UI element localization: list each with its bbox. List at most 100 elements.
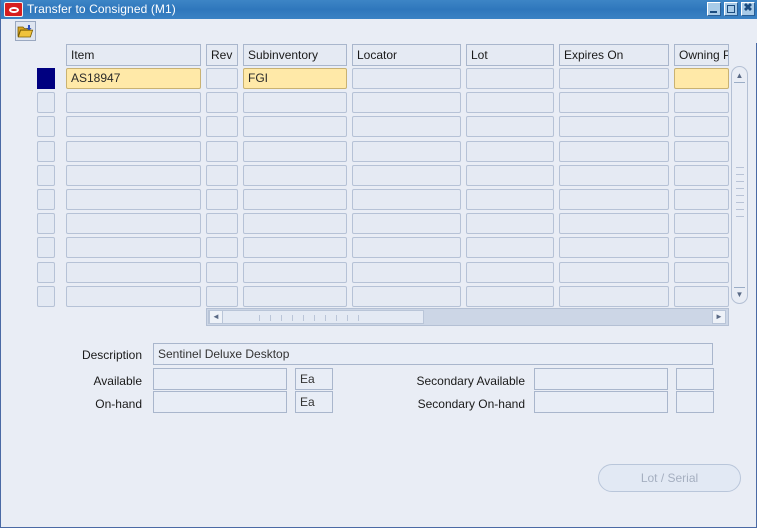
cell-item[interactable] <box>66 189 201 210</box>
column-header-expires-on[interactable]: Expires On <box>559 44 669 66</box>
row-selector[interactable] <box>37 116 55 138</box>
cell-expires-on[interactable] <box>559 237 669 259</box>
cell-subinventory[interactable] <box>243 116 347 138</box>
cell-rev[interactable] <box>206 237 238 259</box>
row-selector[interactable] <box>37 189 55 210</box>
grid-horizontal-scrollbar[interactable]: ◄ ► <box>206 308 729 326</box>
cell-lot[interactable] <box>466 213 554 235</box>
cell-expires-on[interactable] <box>559 140 669 162</box>
cell-owning-p[interactable] <box>674 68 729 89</box>
cell-lot[interactable] <box>466 116 554 138</box>
lot-serial-button[interactable]: Lot / Serial <box>598 464 741 492</box>
maximize-button[interactable] <box>724 2 738 16</box>
cell-lot[interactable] <box>466 285 554 307</box>
row-selector[interactable] <box>37 237 55 259</box>
cell-item[interactable] <box>66 213 201 235</box>
table-row[interactable] <box>37 114 729 139</box>
row-selector[interactable] <box>37 285 55 307</box>
cell-locator[interactable] <box>352 285 461 307</box>
column-header-subinventory[interactable]: Subinventory <box>243 44 347 66</box>
cell-item[interactable] <box>66 116 201 138</box>
cell-locator[interactable] <box>352 116 461 138</box>
row-selector[interactable] <box>37 92 55 114</box>
cell-expires-on[interactable] <box>559 189 669 210</box>
table-row[interactable] <box>37 235 729 260</box>
cell-locator[interactable] <box>352 213 461 235</box>
table-row[interactable] <box>37 187 729 212</box>
column-header-lot[interactable]: Lot <box>466 44 554 66</box>
cell-expires-on[interactable] <box>559 164 669 186</box>
table-row[interactable] <box>37 90 729 115</box>
scroll-left-icon[interactable]: ◄ <box>209 310 223 324</box>
cell-subinventory[interactable] <box>243 92 347 114</box>
cell-lot[interactable] <box>466 261 554 283</box>
table-row[interactable] <box>37 139 729 164</box>
cell-rev[interactable] <box>206 285 238 307</box>
cell-subinventory[interactable] <box>243 164 347 186</box>
cell-rev[interactable] <box>206 116 238 138</box>
column-header-locator[interactable]: Locator <box>352 44 461 66</box>
cell-item[interactable] <box>66 285 201 307</box>
cell-rev[interactable] <box>206 213 238 235</box>
open-folder-button[interactable] <box>15 21 36 41</box>
cell-owning-p[interactable] <box>674 140 729 162</box>
cell-expires-on[interactable] <box>559 116 669 138</box>
row-selector[interactable] <box>37 261 55 283</box>
vscroll-thumb-grip[interactable] <box>736 167 744 219</box>
table-row[interactable] <box>37 260 729 285</box>
cell-lot[interactable] <box>466 68 554 89</box>
scroll-up-icon[interactable]: ▲ <box>734 70 745 81</box>
hscroll-thumb[interactable] <box>208 310 424 324</box>
column-header-rev[interactable]: Rev <box>206 44 238 66</box>
cell-expires-on[interactable] <box>559 92 669 114</box>
cell-lot[interactable] <box>466 164 554 186</box>
table-row[interactable]: AS18947 FGI <box>37 66 729 91</box>
cell-owning-p[interactable] <box>674 237 729 259</box>
table-row[interactable] <box>37 284 729 309</box>
cell-rev[interactable] <box>206 140 238 162</box>
cell-owning-p[interactable] <box>674 189 729 210</box>
cell-item[interactable] <box>66 140 201 162</box>
cell-expires-on[interactable] <box>559 213 669 235</box>
cell-rev[interactable] <box>206 261 238 283</box>
row-selector[interactable] <box>37 140 55 162</box>
cell-owning-p[interactable] <box>674 285 729 307</box>
cell-subinventory[interactable]: FGI <box>243 68 347 89</box>
cell-item[interactable] <box>66 92 201 114</box>
cell-lot[interactable] <box>466 237 554 259</box>
cell-locator[interactable] <box>352 140 461 162</box>
table-row[interactable] <box>37 211 729 236</box>
cell-owning-p[interactable] <box>674 92 729 114</box>
cell-item[interactable] <box>66 261 201 283</box>
scroll-down-icon[interactable]: ▼ <box>734 289 745 300</box>
cell-locator[interactable] <box>352 189 461 210</box>
cell-owning-p[interactable] <box>674 116 729 138</box>
cell-owning-p[interactable] <box>674 164 729 186</box>
cell-subinventory[interactable] <box>243 213 347 235</box>
cell-lot[interactable] <box>466 140 554 162</box>
cell-expires-on[interactable] <box>559 285 669 307</box>
cell-expires-on[interactable] <box>559 68 669 89</box>
cell-item[interactable] <box>66 164 201 186</box>
cell-locator[interactable] <box>352 237 461 259</box>
column-header-owning-p[interactable]: Owning P <box>674 44 729 66</box>
cell-subinventory[interactable] <box>243 261 347 283</box>
grid-vertical-scrollbar[interactable]: ▲ ▼ <box>731 66 748 304</box>
cell-subinventory[interactable] <box>243 285 347 307</box>
cell-item[interactable]: AS18947 <box>66 68 201 89</box>
cell-subinventory[interactable] <box>243 237 347 259</box>
row-selector[interactable] <box>37 213 55 235</box>
cell-expires-on[interactable] <box>559 261 669 283</box>
cell-locator[interactable] <box>352 92 461 114</box>
cell-rev[interactable] <box>206 164 238 186</box>
cell-owning-p[interactable] <box>674 213 729 235</box>
cell-subinventory[interactable] <box>243 140 347 162</box>
minimize-button[interactable] <box>707 2 721 16</box>
cell-owning-p[interactable] <box>674 261 729 283</box>
column-header-item[interactable]: Item <box>66 44 201 66</box>
close-button[interactable]: ✖ <box>741 2 755 16</box>
table-row[interactable] <box>37 163 729 188</box>
cell-locator[interactable] <box>352 164 461 186</box>
cell-subinventory[interactable] <box>243 189 347 210</box>
cell-rev[interactable] <box>206 68 238 89</box>
